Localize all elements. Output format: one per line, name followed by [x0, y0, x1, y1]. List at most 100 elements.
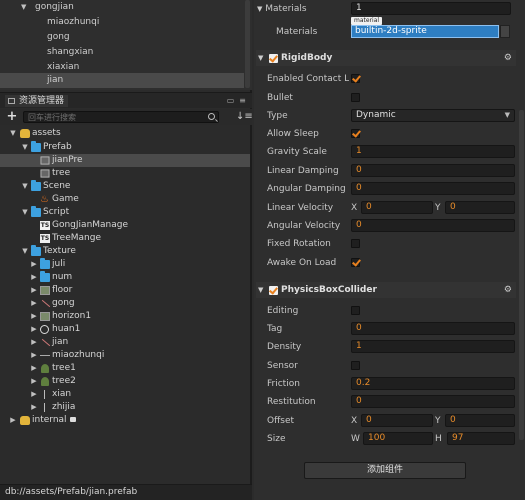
asset-item-huan1[interactable]: ▶ huan1 [0, 323, 250, 336]
tab-assets[interactable]: 资源管理器 [5, 95, 69, 107]
collapse-arrow-icon[interactable]: ▶ [30, 258, 38, 271]
collapse-arrow-icon[interactable]: ▶ [30, 362, 38, 375]
node-tree-item-miaozhunqi[interactable]: miaozhunqi [0, 15, 244, 30]
box-collider-header[interactable]: ▼ PhysicsBoxCollider ⚙ [256, 282, 516, 298]
chevron-down-icon[interactable]: ▼ [258, 50, 263, 66]
asset-item-jianpre[interactable]: jianPre [0, 154, 250, 167]
restitution-field[interactable]: 0 [351, 395, 515, 408]
node-tree-item-gong[interactable]: gong [0, 30, 244, 45]
asset-item-prefab[interactable]: ▼ Prefab [0, 141, 250, 154]
chevron-down-icon[interactable]: ▼ [258, 282, 263, 298]
density-field[interactable]: 1 [351, 340, 515, 353]
expand-arrow-icon[interactable]: ▼ [21, 180, 29, 193]
asset-item-miaozhunqi[interactable]: ▶ miaozhunqi [0, 349, 250, 362]
asset-label: assets [32, 128, 61, 138]
asset-item-script[interactable]: ▼ Script [0, 206, 250, 219]
awake-on-load-checkbox[interactable] [351, 258, 360, 267]
asset-item-num[interactable]: ▶ num [0, 271, 250, 284]
collapse-arrow-icon[interactable]: ▶ [30, 349, 38, 362]
node-tree-item-gongjian[interactable]: ▼ gongjian [0, 0, 244, 15]
bullet-checkbox[interactable] [351, 93, 360, 102]
create-asset-button[interactable]: + [6, 110, 18, 124]
friction-field[interactable]: 0.2 [351, 377, 515, 390]
tag-field[interactable]: 0 [351, 322, 515, 335]
collapse-arrow-icon[interactable]: ▶ [30, 297, 38, 310]
materials-count-field[interactable]: 1 [351, 2, 511, 15]
folder-icon [40, 258, 50, 269]
asset-item-treemange[interactable]: TS TreeMange [0, 232, 250, 245]
material-asset-field[interactable]: builtin-2d-sprite [351, 25, 499, 38]
size-width-field[interactable]: 100 [363, 432, 433, 445]
collapse-arrow-icon[interactable]: ▶ [30, 284, 38, 297]
asset-item-jian[interactable]: ▶ jian [0, 336, 250, 349]
node-label: jian [47, 75, 64, 85]
asset-item-floor[interactable]: ▶ floor [0, 284, 250, 297]
expand-arrow-icon[interactable]: ▼ [21, 206, 29, 219]
expand-arrow-icon[interactable]: ▼ [21, 141, 29, 154]
inspector-scrollbar[interactable] [519, 110, 524, 440]
asset-item-assets[interactable]: ▼ assets [0, 127, 250, 140]
size-height-field[interactable]: 97 [447, 432, 515, 445]
linear-damping-field[interactable]: 0 [351, 164, 515, 177]
gravity-scale-field[interactable]: 1 [351, 145, 515, 158]
allow-sleep-checkbox[interactable] [351, 129, 360, 138]
box-collider-enable-checkbox[interactable] [269, 286, 278, 295]
asset-item-gongjianmanage[interactable]: TS GongJianManage [0, 219, 250, 232]
asset-item-tree1[interactable]: ▶ tree1 [0, 362, 250, 375]
collapse-arrow-icon[interactable]: ▶ [9, 414, 17, 427]
collapse-arrow-icon[interactable]: ▶ [30, 310, 38, 323]
node-tree-item-shangxian[interactable]: shangxian [0, 45, 244, 60]
material-picker-button[interactable] [500, 25, 510, 38]
expand-arrow-icon[interactable]: ▼ [9, 127, 17, 140]
search-box [23, 111, 219, 123]
maximize-icon[interactable]: ▭ [226, 96, 235, 105]
collapse-arrow-icon[interactable]: ▶ [30, 375, 38, 388]
asset-item-xian[interactable]: ▶ xian [0, 388, 250, 401]
search-input[interactable] [28, 112, 204, 122]
asset-item-zhijia[interactable]: ▶ zhijia [0, 401, 250, 414]
chevron-down-icon[interactable]: ▼ [257, 5, 262, 13]
editing-checkbox[interactable] [351, 306, 360, 315]
sort-icon[interactable]: ↓≡ [236, 111, 253, 123]
linear-velocity-y-field[interactable]: 0 [445, 201, 515, 214]
prop-label: Linear Velocity [267, 203, 334, 213]
enabled-contact-listener-checkbox[interactable] [351, 74, 360, 83]
type-select[interactable]: Dynamic ▼ [351, 109, 515, 122]
collapse-arrow-icon[interactable]: ▶ [30, 323, 38, 336]
menu-icon[interactable]: ≡ [238, 96, 247, 105]
asset-item-tree[interactable]: tree [0, 167, 250, 180]
typescript-file-icon: TS [40, 234, 50, 243]
node-tree-item-jian[interactable]: jian [0, 73, 244, 88]
rigidbody-header[interactable]: ▼ RigidBody ⚙ [256, 50, 516, 66]
asset-item-horizon1[interactable]: ▶ horizon1 [0, 310, 250, 323]
angular-velocity-field[interactable]: 0 [351, 219, 515, 232]
search-icon[interactable] [208, 113, 215, 120]
collapse-arrow-icon[interactable]: ▶ [30, 271, 38, 284]
rigidbody-enable-checkbox[interactable] [269, 54, 278, 63]
asset-item-tree2[interactable]: ▶ tree2 [0, 375, 250, 388]
offset-y-field[interactable]: 0 [445, 414, 515, 427]
asset-item-gong[interactable]: ▶ gong [0, 297, 250, 310]
fixed-rotation-checkbox[interactable] [351, 239, 360, 248]
axis-label-h: H [435, 434, 442, 444]
node-label: gong [47, 32, 70, 42]
node-tree-scrollbar[interactable] [245, 0, 250, 88]
asset-item-internal[interactable]: ▶ internal [0, 414, 250, 427]
asset-item-scene[interactable]: ▼ Scene [0, 180, 250, 193]
linear-velocity-x-field[interactable]: 0 [361, 201, 433, 214]
sensor-checkbox[interactable] [351, 361, 360, 370]
collapse-arrow-icon[interactable]: ▶ [30, 336, 38, 349]
asset-item-game[interactable]: ♨ Game [0, 193, 250, 206]
asset-item-juli[interactable]: ▶ juli [0, 258, 250, 271]
offset-x-field[interactable]: 0 [361, 414, 433, 427]
gear-icon[interactable]: ⚙ [504, 282, 512, 298]
expand-arrow-icon[interactable]: ▼ [21, 0, 26, 15]
expand-arrow-icon[interactable]: ▼ [21, 245, 29, 258]
collapse-arrow-icon[interactable]: ▶ [30, 401, 38, 414]
collapse-arrow-icon[interactable]: ▶ [30, 388, 38, 401]
asset-item-texture[interactable]: ▼ Texture [0, 245, 250, 258]
angular-damping-field[interactable]: 0 [351, 182, 515, 195]
chevron-down-icon: ▼ [504, 111, 510, 119]
gear-icon[interactable]: ⚙ [504, 50, 512, 66]
add-component-button[interactable]: 添加组件 [304, 462, 466, 479]
